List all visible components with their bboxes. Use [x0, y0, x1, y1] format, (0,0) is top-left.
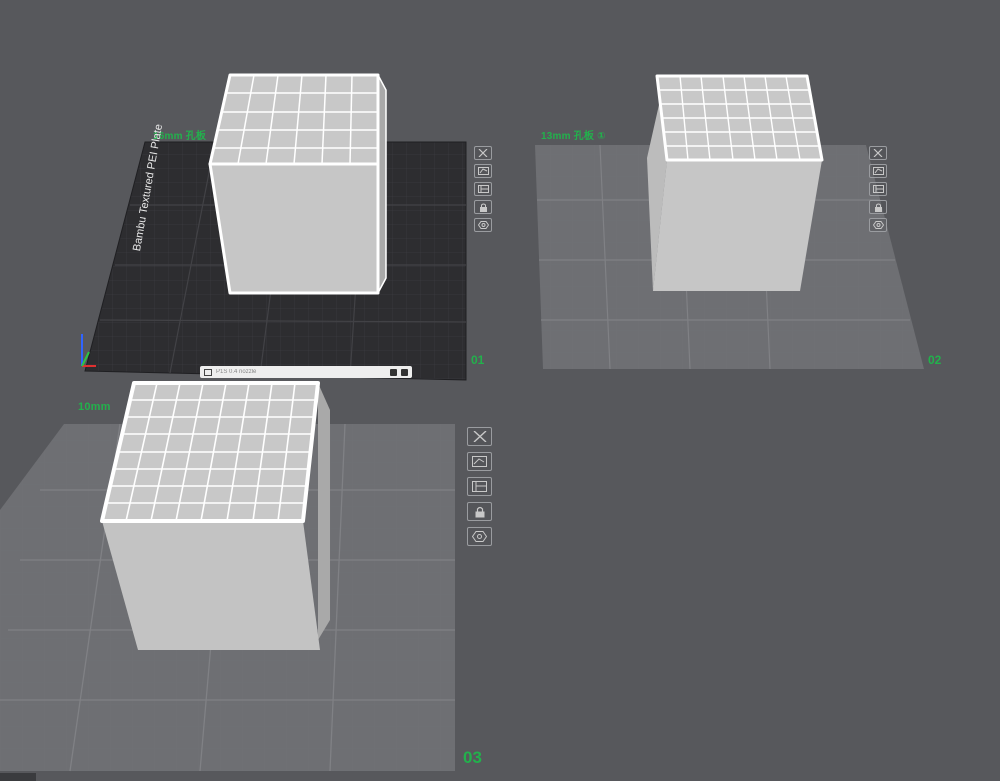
arrange-icon — [472, 481, 487, 492]
settings-icon — [477, 221, 489, 229]
arrange-icon — [477, 185, 489, 193]
plate-02-orient-button[interactable] — [869, 164, 887, 178]
plate-03-arrange-button[interactable] — [467, 477, 492, 496]
plate-03-number: 03 — [463, 748, 482, 767]
model-cube-01[interactable] — [208, 73, 387, 295]
orient-icon — [872, 167, 884, 175]
settings-icon — [872, 221, 884, 229]
orient-icon — [477, 167, 489, 175]
plate-02-close-button[interactable] — [869, 146, 887, 160]
close-icon — [873, 149, 883, 157]
plate-01-arrange-button[interactable] — [474, 182, 492, 196]
plate-01-orient-button[interactable] — [474, 164, 492, 178]
model-cube-03[interactable] — [100, 381, 330, 650]
plate-01-close-button[interactable] — [474, 146, 492, 160]
plate-03-toolbar — [467, 427, 492, 552]
close-icon — [478, 149, 488, 157]
plate-01-lock-button[interactable] — [474, 200, 492, 214]
plate-01-toolbar — [474, 146, 492, 236]
plate-03-close-button[interactable] — [467, 427, 492, 446]
status-button-1[interactable] — [390, 368, 397, 376]
plate-03-orient-button[interactable] — [467, 452, 492, 471]
plate-02-name[interactable]: 13mm 孔板 ① — [541, 127, 606, 142]
settings-icon — [472, 531, 487, 542]
plate-02-arrange-button[interactable] — [869, 182, 887, 196]
status-text: P1S 0.4 nozzle — [216, 369, 257, 375]
status-button-2[interactable] — [401, 368, 408, 376]
plate-03-lock-button[interactable] — [467, 502, 492, 521]
build-plate-scene — [0, 73, 924, 772]
plate-01-status-strip: P1S 0.4 nozzle — [200, 366, 412, 378]
plate-02-toolbar — [869, 146, 887, 236]
plate-03-settings-button[interactable] — [467, 527, 492, 546]
plate-03-name[interactable]: 10mm — [78, 401, 111, 413]
close-icon — [473, 431, 486, 442]
plate-01-number: 01 — [471, 353, 485, 367]
plate-02-number: 02 — [928, 353, 942, 367]
plate-01-settings-button[interactable] — [474, 218, 492, 232]
orient-icon — [472, 456, 487, 467]
lock-icon — [479, 203, 487, 212]
printer-icon — [204, 368, 212, 376]
model-cube-02[interactable] — [647, 74, 824, 291]
lock-icon — [874, 203, 882, 212]
lock-icon — [475, 506, 484, 517]
plate-02-lock-button[interactable] — [869, 200, 887, 214]
bottom-scroll-handle[interactable] — [0, 773, 36, 781]
plate-02-settings-button[interactable] — [869, 218, 887, 232]
arrange-icon — [872, 185, 884, 193]
